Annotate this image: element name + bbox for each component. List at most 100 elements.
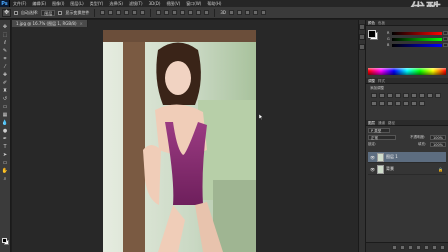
align-left-icon[interactable] (124, 10, 130, 15)
blend-mode-dropdown[interactable]: 正常 (368, 135, 396, 140)
menu-select[interactable]: 选择(S) (106, 0, 126, 7)
new-group-icon[interactable] (424, 245, 429, 250)
auto-align-icon[interactable] (204, 10, 210, 15)
blue-slider[interactable] (392, 44, 442, 47)
tab-swatches[interactable]: 色板 (378, 20, 385, 26)
brightness-contrast-icon[interactable] (371, 93, 377, 98)
distribute-bottom-icon[interactable] (172, 10, 178, 15)
type-tool-icon[interactable]: T (1, 143, 10, 150)
blur-tool-icon[interactable]: 💧 (1, 119, 10, 126)
eyedropper-tool-icon[interactable]: ⁄ (1, 63, 10, 70)
align-bottom-icon[interactable] (116, 10, 122, 15)
vibrance-icon[interactable] (403, 93, 409, 98)
distribute-vcenter-icon[interactable] (164, 10, 170, 15)
rectangle-tool-icon[interactable]: ▭ (1, 159, 10, 166)
properties-panel-icon[interactable] (359, 34, 365, 40)
black-white-icon[interactable] (427, 93, 433, 98)
distribute-right-icon[interactable] (196, 10, 202, 15)
add-mask-icon[interactable] (408, 245, 413, 250)
healing-brush-tool-icon[interactable]: ✚ (1, 71, 10, 78)
close-tab-icon[interactable]: × (80, 20, 83, 27)
foreground-color-swatch[interactable] (2, 238, 7, 243)
selective-color-icon[interactable] (419, 101, 425, 106)
new-layer-icon[interactable] (432, 245, 437, 250)
info-panel-icon[interactable] (359, 44, 365, 50)
tab-layers[interactable]: 图层 (368, 120, 375, 126)
move-tool-preset-icon[interactable]: ✥ (2, 8, 11, 17)
history-brush-tool-icon[interactable]: ↺ (1, 95, 10, 102)
hue-saturation-icon[interactable] (411, 93, 417, 98)
menu-3d[interactable]: 3D(D) (146, 0, 164, 7)
visibility-eye-icon[interactable]: 👁 (370, 167, 375, 172)
menu-window[interactable]: 窗口(W) (183, 0, 204, 7)
curves-icon[interactable] (387, 93, 393, 98)
eraser-tool-icon[interactable]: ▭ (1, 103, 10, 110)
align-right-icon[interactable] (140, 10, 146, 15)
align-hcenter-icon[interactable] (132, 10, 138, 15)
invert-icon[interactable] (387, 101, 393, 106)
fg-color-preview[interactable] (368, 30, 376, 38)
tab-color[interactable]: 颜色 (368, 20, 375, 26)
delete-layer-icon[interactable] (440, 245, 445, 250)
channel-mixer-icon[interactable] (371, 101, 377, 106)
image-canvas[interactable] (103, 30, 256, 252)
menu-image[interactable]: 图像(I) (49, 0, 67, 7)
3d-slide-icon[interactable] (252, 10, 258, 15)
3d-scale-icon[interactable] (260, 10, 266, 15)
3d-rotate-icon[interactable] (228, 10, 234, 15)
tab-adjustments[interactable]: 调整 (368, 78, 375, 84)
distribute-top-icon[interactable] (156, 10, 162, 15)
brush-tool-icon[interactable]: ✐ (1, 79, 10, 86)
levels-icon[interactable] (379, 93, 385, 98)
red-value-field[interactable] (443, 31, 448, 35)
pen-tool-icon[interactable]: ✒ (1, 135, 10, 142)
layer-kind-filter[interactable]: P 类型 (368, 128, 390, 133)
lasso-tool-icon[interactable]: ℓ (1, 39, 10, 46)
menu-view[interactable]: 视图(V) (163, 0, 183, 7)
quick-select-tool-icon[interactable]: ✎ (1, 47, 10, 54)
color-balance-icon[interactable] (419, 93, 425, 98)
layer-row-layer1[interactable]: 👁 图层 1 (368, 152, 446, 163)
align-vcenter-icon[interactable] (108, 10, 114, 15)
clone-stamp-tool-icon[interactable]: ♜ (1, 87, 10, 94)
posterize-icon[interactable] (395, 101, 401, 106)
distribute-left-icon[interactable] (180, 10, 186, 15)
gradient-map-icon[interactable] (411, 101, 417, 106)
path-selection-tool-icon[interactable]: ➤ (1, 151, 10, 158)
opacity-field[interactable]: 100% (430, 135, 446, 140)
menu-file[interactable]: 文件(F) (10, 0, 29, 7)
distribute-hcenter-icon[interactable] (188, 10, 194, 15)
zoom-tool-icon[interactable]: ⌕ (1, 175, 10, 182)
gradient-tool-icon[interactable]: ▦ (1, 111, 10, 118)
new-adjustment-icon[interactable] (416, 245, 421, 250)
tab-styles[interactable]: 样式 (378, 78, 385, 84)
color-lookup-icon[interactable] (379, 101, 385, 106)
menu-layer[interactable]: 图层(L) (67, 0, 86, 7)
menu-filter[interactable]: 滤镜(T) (126, 0, 146, 7)
3d-roll-icon[interactable] (236, 10, 242, 15)
layer-row-background[interactable]: 👁 背景 🔒 (368, 164, 446, 175)
photo-filter-icon[interactable] (435, 93, 441, 98)
crop-tool-icon[interactable]: ⌗ (1, 55, 10, 62)
menu-edit[interactable]: 编辑(E) (29, 0, 49, 7)
dodge-tool-icon[interactable]: ● (1, 127, 10, 134)
marquee-tool-icon[interactable]: ⬚ (1, 31, 10, 38)
show-transform-checkbox[interactable] (58, 10, 63, 15)
auto-select-checkbox[interactable] (14, 10, 18, 15)
hand-tool-icon[interactable]: ✋ (1, 167, 10, 174)
menu-help[interactable]: 帮助(H) (204, 0, 224, 7)
red-slider[interactable] (392, 32, 442, 35)
tab-channels[interactable]: 通道 (378, 120, 385, 126)
3d-drag-icon[interactable] (244, 10, 250, 15)
auto-select-dropdown[interactable]: 图层 (41, 9, 56, 16)
link-layers-icon[interactable] (392, 245, 397, 250)
exposure-icon[interactable] (395, 93, 401, 98)
history-panel-icon[interactable] (359, 24, 365, 30)
align-top-icon[interactable] (100, 10, 106, 15)
fill-field[interactable]: 100% (430, 142, 446, 147)
visibility-eye-icon[interactable]: 👁 (370, 155, 375, 160)
document-tab[interactable]: 1.jpg @ 16.7% (图层 1, RGB/8) × (12, 20, 88, 27)
menu-type[interactable]: 类型(Y) (87, 0, 107, 7)
green-value-field[interactable] (443, 37, 448, 41)
blue-value-field[interactable] (443, 43, 448, 47)
